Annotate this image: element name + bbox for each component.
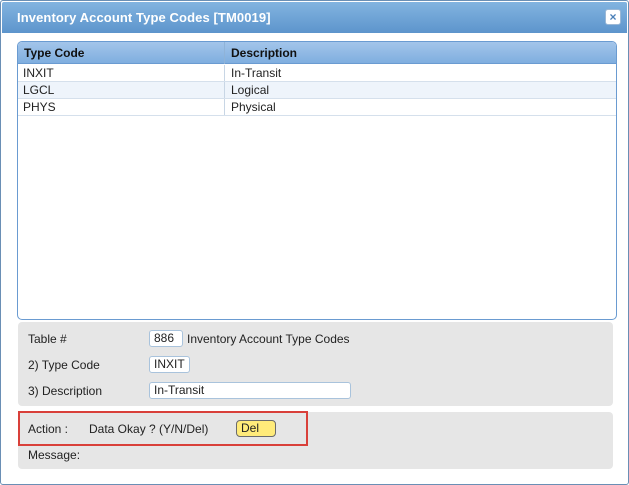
close-icon[interactable]: ×: [605, 9, 621, 25]
description-cell: Logical: [231, 83, 270, 97]
window-title: Inventory Account Type Codes [TM0019]: [17, 10, 271, 25]
description-cell: Physical: [231, 100, 276, 114]
table-number-label: Table #: [28, 332, 67, 346]
description-label: 3) Description: [28, 384, 103, 398]
type-code-cell: INXIT: [18, 65, 225, 81]
type-code-cell: LGCL: [18, 82, 225, 98]
record-form: Table # 886 Inventory Account Type Codes…: [18, 322, 613, 406]
grid-rows: INXIT In-Transit LGCL Logical PHYS Physi…: [18, 65, 616, 116]
type-code-grid: Type Code Description INXIT In-Transit L…: [17, 41, 617, 320]
column-header-type-code[interactable]: Type Code: [18, 42, 225, 64]
type-code-field[interactable]: INXIT: [149, 356, 190, 373]
table-number-field: 886: [149, 330, 183, 347]
grid-header: Type Code Description: [18, 42, 616, 64]
type-code-cell: PHYS: [18, 99, 225, 115]
title-bar[interactable]: Inventory Account Type Codes [TM0019] ×: [2, 2, 627, 33]
table-row[interactable]: LGCL Logical: [18, 82, 616, 99]
action-highlight-box: [18, 411, 308, 446]
description-cell: In-Transit: [231, 66, 282, 80]
column-header-description[interactable]: Description: [225, 42, 616, 64]
table-row[interactable]: INXIT In-Transit: [18, 65, 616, 82]
table-row[interactable]: PHYS Physical: [18, 99, 616, 116]
message-label: Message:: [28, 448, 81, 462]
type-code-label: 2) Type Code: [28, 358, 100, 372]
dialog-window: Inventory Account Type Codes [TM0019] × …: [0, 0, 629, 485]
description-field[interactable]: In-Transit: [149, 382, 351, 399]
table-name-text: Inventory Account Type Codes: [187, 332, 350, 346]
